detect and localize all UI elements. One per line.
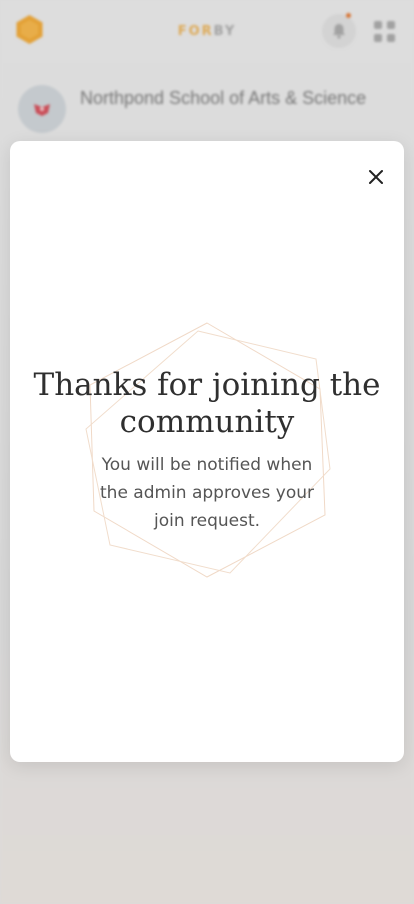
join-confirmation-modal: Thanks for joining the community You wil… [10,141,404,762]
decorative-hexagons [85,322,331,578]
close-button[interactable] [364,165,388,189]
close-icon [369,170,383,184]
modal-message: You will be notified when the admin appr… [100,455,314,531]
modal-title: Thanks for joining the community [33,367,381,440]
